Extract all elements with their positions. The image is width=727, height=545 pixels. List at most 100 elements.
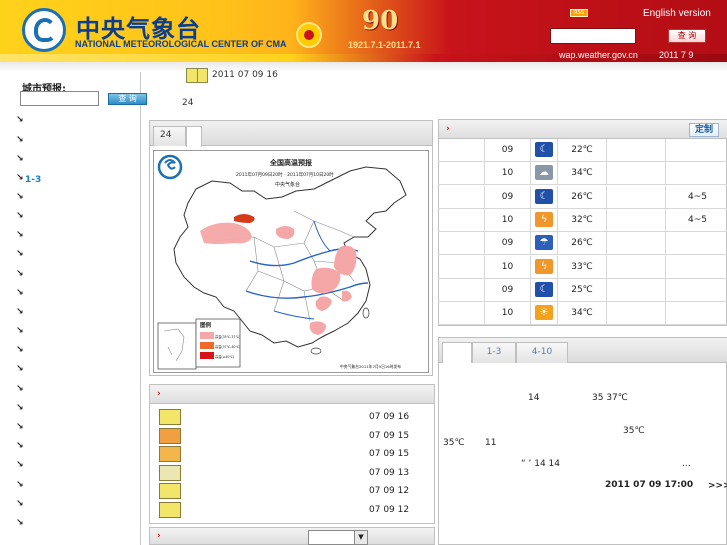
forecast-wind-cell [665, 302, 727, 326]
site-title-en: NATIONAL METEOROLOGICAL CENTER OF CMA [75, 39, 287, 49]
forecast-row: 09 26℃ 4~5 [438, 185, 727, 209]
forecast-wind-cell [665, 255, 727, 279]
forecast-wind-cell [665, 278, 727, 302]
forecast-day-cell: 09 [484, 139, 530, 162]
forecast-temp-cell: 34℃ [557, 162, 606, 186]
header-query-button[interactable]: 查 询 [668, 29, 706, 43]
forecast-day-cell: 10 [484, 208, 530, 232]
sidebar-nav-arrow-icon[interactable]: ↘ [16, 346, 24, 355]
header-date: 2011 7 9 [659, 50, 694, 60]
sidebar-nav-arrow-icon[interactable]: ↘ [16, 174, 24, 183]
sidebar-nav-arrow-icon[interactable]: ↘ [16, 365, 24, 374]
forecast-city-cell[interactable] [438, 186, 484, 209]
sidebar-nav-arrow-icon[interactable]: ↘ [16, 519, 24, 528]
legend-item-1: 高温(35℃-37℃) [215, 334, 240, 339]
header-search-input[interactable] [550, 28, 636, 44]
forecast-weather-cell [606, 232, 665, 256]
forecast-thumbnail-date: 2011 07 09 16 [212, 70, 278, 80]
product-thumbnail[interactable] [159, 446, 181, 463]
news-more-link[interactable]: >>> [708, 481, 727, 491]
chevron-down-icon[interactable]: ▼ [354, 531, 367, 544]
forecast-weather-cell [606, 302, 665, 326]
product-thumbnail[interactable] [159, 464, 181, 481]
cma-logo[interactable] [22, 8, 66, 52]
sidebar-nav-arrow-icon[interactable]: ↘ [16, 461, 24, 470]
moon-icon: ☾ [535, 281, 553, 297]
wap-link[interactable]: wap.weather.gov.cn [559, 50, 638, 60]
sidebar-nav-arrow-icon[interactable]: ↘ [16, 500, 24, 509]
sidebar-nav-arrow-icon[interactable]: ↘ [16, 481, 24, 490]
product-date: 07 09 15 [369, 430, 410, 441]
forecast-row: 10 32℃ 4~5 [438, 208, 727, 232]
forecast-temp-cell: 22℃ [557, 139, 606, 162]
map-issuer: 中央气象台 [275, 181, 300, 188]
logo-swirl-icon [34, 18, 56, 42]
news-text-quote: “ ’ 14 14 [521, 459, 561, 469]
tab-24h[interactable]: 24 [153, 126, 186, 146]
sidebar-nav-arrow-icon[interactable]: ↘ [16, 193, 24, 202]
thunderstorm-icon: ϟ [535, 258, 553, 274]
tab-active[interactable] [186, 126, 202, 147]
forecast-row: 10 34℃ [438, 302, 727, 326]
forecast-day-cell: 10 [484, 302, 530, 326]
forecast-day-cell: 10 [484, 162, 530, 186]
map-title: 全国高温预报 [269, 158, 313, 167]
sidebar-nav-arrow-icon[interactable]: ↘ [16, 327, 24, 336]
forecast-city-cell[interactable] [438, 139, 484, 162]
forecast-city-cell[interactable] [438, 232, 484, 255]
china-map-svg: 全国高温预报 2011年07月09日20时 - 2011年07月10日20时 中… [154, 151, 428, 372]
forecast-thumbnail[interactable] [186, 68, 208, 83]
forecast-day-cell: 09 [484, 185, 530, 209]
sidebar-nav-arrow-icon[interactable]: ↘ [16, 404, 24, 413]
sidebar-nav-arrow-icon[interactable]: ↘ [16, 423, 24, 432]
forecast-temp-cell: 33℃ [557, 255, 606, 279]
product-list-item[interactable]: 07 09 15 [151, 427, 433, 445]
rain-night-icon: ☂ [535, 235, 553, 251]
sidebar-nav-arrow-icon[interactable]: ↘ [16, 289, 24, 298]
site-header: 中央气象台 NATIONAL METEOROLOGICAL CENTER OF … [0, 0, 727, 62]
rss-icon[interactable]: RSS [570, 9, 588, 17]
party-emblem-icon [296, 22, 322, 48]
sidebar-nav-arrow-icon[interactable]: ↘ [16, 385, 24, 394]
forecast-arrow-icon: › [446, 124, 450, 134]
sidebar-nav-arrow-icon[interactable]: ↘ [16, 250, 24, 259]
sidebar-nav-arrow-icon[interactable]: ↘ [16, 212, 24, 221]
forecast-weather-cell [606, 255, 665, 279]
sidebar-nav-arrow-icon[interactable]: ↘ [16, 116, 24, 125]
customize-button[interactable]: 定制 [689, 123, 719, 137]
sidebar-nav-arrow-icon[interactable]: ↘ [16, 308, 24, 317]
high-temperature-map[interactable]: 全国高温预报 2011年07月09日20时 - 2011年07月10日20时 中… [153, 150, 429, 373]
forecast-temp-cell: 25℃ [557, 278, 606, 302]
product-thumbnail[interactable] [159, 483, 181, 500]
city-query-button[interactable]: 查 询 [108, 93, 147, 105]
forecast-row: 10 33℃ [438, 255, 727, 279]
product-list-item[interactable]: 07 09 16 [151, 408, 433, 426]
product-list-item[interactable]: 07 09 12 [151, 501, 433, 519]
product-thumbnail[interactable] [159, 502, 181, 518]
south-china-sea-inset [157, 322, 197, 370]
product-list-item[interactable]: 07 09 13 [151, 464, 433, 482]
product-list-item[interactable]: 07 09 12 [151, 482, 433, 500]
forecast-day-cell: 09 [484, 232, 530, 256]
news-tab-0[interactable] [442, 342, 472, 363]
product-list-item[interactable]: 07 09 15 [151, 445, 433, 463]
product-date: 07 09 13 [369, 467, 410, 478]
news-timestamp: 2011 07 09 17:00 [605, 480, 694, 490]
legend-swatch-1 [200, 332, 214, 339]
forecast-wind-cell: 4~5 [665, 208, 727, 232]
english-version-link[interactable]: English version [643, 8, 711, 19]
product-thumbnail[interactable] [159, 409, 181, 425]
thunderstorm-icon: ϟ [535, 211, 553, 227]
sidebar-nav-arrow-icon[interactable]: ↘ [16, 231, 24, 240]
sidebar-nav-arrow-icon[interactable]: ↘ [16, 136, 24, 145]
sidebar-item-1-3[interactable]: 1-3 [25, 175, 41, 185]
news-tab-4-10[interactable]: 4-10 [516, 342, 568, 363]
sidebar-nav-arrow-icon[interactable]: ↘ [16, 270, 24, 279]
forecast-city-cell[interactable] [438, 279, 484, 302]
sidebar-nav-arrow-icon[interactable]: ↘ [16, 155, 24, 164]
bottom-select[interactable]: ▼ [308, 530, 368, 545]
product-thumbnail[interactable] [159, 427, 181, 444]
news-tab-1-3[interactable]: 1-3 [472, 342, 516, 363]
city-search-input[interactable] [20, 91, 99, 106]
sidebar-nav-arrow-icon[interactable]: ↘ [16, 442, 24, 451]
